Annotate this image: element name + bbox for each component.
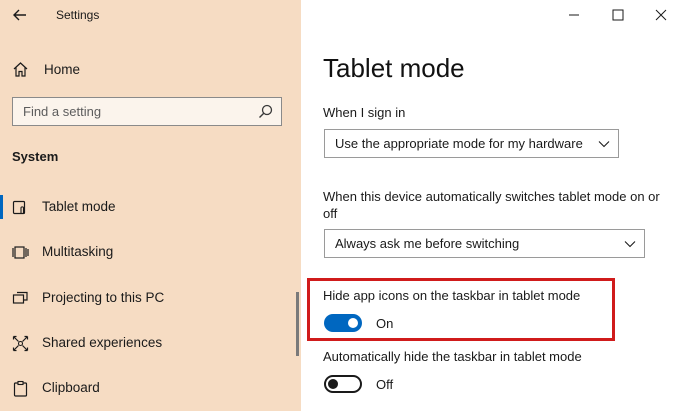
toggle-knob (328, 379, 338, 389)
auto-switch-dropdown[interactable]: Always ask me before switching (324, 229, 645, 258)
app-title: Settings (56, 8, 100, 22)
sidebar-item-label: Projecting to this PC (42, 290, 165, 305)
shared-experiences-icon (12, 335, 29, 352)
hide-icons-label: Hide app icons on the taskbar in tablet … (323, 288, 581, 303)
sign-in-dropdown[interactable]: Use the appropriate mode for my hardware (324, 129, 619, 158)
home-icon (13, 61, 28, 77)
sidebar-item-multitasking[interactable]: Multitasking (0, 236, 296, 268)
page-title: Tablet mode (323, 53, 465, 83)
sidebar-item-label: Clipboard (42, 380, 100, 395)
hide-icons-toggle[interactable] (324, 314, 362, 332)
sidebar-item-shared-experiences[interactable]: Shared experiences (0, 327, 296, 359)
hide-taskbar-label: Automatically hide the taskbar in tablet… (323, 349, 582, 364)
search-icon[interactable] (258, 104, 273, 119)
selected-indicator (0, 195, 3, 219)
back-arrow-icon[interactable] (10, 5, 30, 25)
sidebar-item-label: Shared experiences (42, 335, 163, 350)
multitasking-icon (12, 246, 29, 259)
close-icon[interactable] (654, 8, 668, 22)
search-input[interactable]: Find a setting (12, 97, 282, 126)
chevron-down-icon (598, 141, 610, 148)
hide-icons-state: On (376, 316, 394, 331)
maximize-icon[interactable] (611, 8, 625, 22)
chevron-down-icon (624, 241, 636, 248)
minimize-icon[interactable] (567, 8, 581, 22)
toggle-knob (348, 318, 358, 328)
sidebar-item-clipboard[interactable]: Clipboard (0, 372, 296, 404)
search-placeholder: Find a setting (23, 104, 102, 119)
projecting-icon (12, 291, 28, 304)
home-nav-item[interactable]: Home (12, 58, 80, 80)
sidebar-item-tablet-mode[interactable]: Tablet mode (0, 191, 296, 223)
section-heading: System (12, 149, 59, 164)
hide-taskbar-toggle[interactable] (324, 375, 362, 393)
sidebar-item-label: Tablet mode (42, 199, 116, 214)
sidebar-item-projecting[interactable]: Projecting to this PC (0, 282, 296, 314)
auto-switch-value: Always ask me before switching (335, 236, 520, 251)
auto-switch-label: When this device automatically switches … (323, 189, 660, 221)
sidebar-scrollbar[interactable] (296, 292, 299, 356)
sidebar: Settings Home Find a setting System Tabl… (0, 0, 301, 411)
home-label: Home (44, 61, 81, 77)
clipboard-icon (13, 380, 28, 397)
sign-in-value: Use the appropriate mode for my hardware (335, 136, 583, 151)
sign-in-label: When I sign in (323, 105, 406, 120)
sidebar-item-label: Multitasking (42, 244, 114, 259)
hide-taskbar-state: Off (376, 377, 394, 392)
tablet-mode-icon (12, 200, 26, 215)
